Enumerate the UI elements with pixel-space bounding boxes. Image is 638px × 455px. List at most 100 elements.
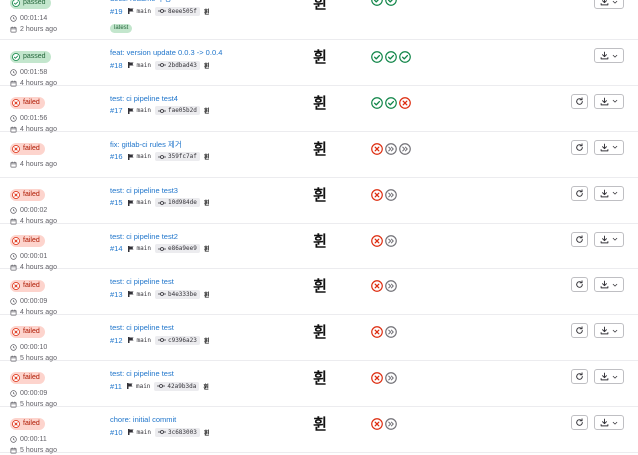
commit-sha[interactable]: 42a9b3da [154,381,200,391]
commit-title-link[interactable]: test: ci pipeline test2 [110,232,310,242]
commit-title-link[interactable]: chore: initial commit [110,415,310,425]
retry-button[interactable] [571,93,588,109]
pipeline-id-link[interactable]: #11 [110,382,122,391]
stage-passed-icon[interactable] [385,0,397,6]
status-badge[interactable]: failed [10,142,45,155]
branch-ref[interactable]: main [127,245,151,253]
branch-ref[interactable]: main [127,153,151,161]
commit-author-avatar[interactable]: 휜 [204,198,210,207]
pipeline-id-link[interactable]: #14 [110,244,123,253]
stage-skipped-icon[interactable] [385,280,397,293]
status-badge[interactable]: passed [10,0,51,9]
stage-failed-icon[interactable] [371,280,383,293]
stage-passed-icon[interactable] [385,51,397,63]
stage-passed-icon[interactable] [399,51,411,63]
triggerer-avatar[interactable]: 휜 [308,277,332,295]
stage-passed-icon[interactable] [385,97,397,109]
triggerer-avatar[interactable]: 휜 [308,0,332,12]
commit-sha[interactable]: e86a9ee9 [154,244,200,254]
commit-title-link[interactable]: test: ci pipeline test [110,323,310,333]
triggerer-avatar[interactable]: 휜 [308,186,332,204]
triggerer-avatar[interactable]: 휜 [308,323,332,341]
status-badge[interactable]: failed [10,234,45,247]
download-artifacts-dropdown[interactable] [594,277,624,293]
stage-failed-icon[interactable] [371,188,383,201]
commit-sha[interactable]: 8eee505f [154,6,200,16]
commit-author-avatar[interactable]: 휜 [204,7,210,16]
status-badge[interactable]: failed [10,372,45,385]
commit-author-avatar[interactable]: 휜 [204,336,210,345]
download-artifacts-dropdown[interactable] [594,93,624,109]
commit-sha[interactable]: 2bdbad43 [154,60,200,70]
retry-button[interactable] [571,185,588,201]
commit-author-avatar[interactable]: 휜 [204,428,210,437]
commit-sha[interactable]: b4e333be [154,289,200,299]
status-badge[interactable]: failed [10,188,45,201]
download-artifacts-dropdown[interactable] [594,415,624,431]
stage-skipped-icon[interactable] [385,418,397,430]
stage-passed-icon[interactable] [371,51,383,63]
branch-ref[interactable]: main [127,199,151,207]
pipeline-id-link[interactable]: #18 [110,61,123,70]
stage-skipped-icon[interactable] [385,142,397,155]
triggerer-avatar[interactable]: 휜 [308,232,332,250]
stage-passed-icon[interactable] [371,97,383,109]
branch-ref[interactable]: main [127,107,151,115]
commit-sha[interactable]: fae05b2d [154,106,200,116]
retry-button[interactable] [571,277,588,293]
commit-title-link[interactable]: test: ci pipeline test [110,369,310,379]
retry-button[interactable] [571,323,588,339]
pipeline-id-link[interactable]: #15 [110,198,123,207]
triggerer-avatar[interactable]: 휜 [308,369,332,387]
commit-sha[interactable]: 359fc7af [154,152,200,162]
download-artifacts-dropdown[interactable] [594,231,624,247]
commit-author-avatar[interactable]: 휜 [204,244,210,253]
download-artifacts-dropdown[interactable] [594,139,624,155]
pipeline-id-link[interactable]: #16 [110,152,123,161]
stage-skipped-icon[interactable] [385,372,397,385]
stage-failed-icon[interactable] [371,372,383,385]
pipeline-id-link[interactable]: #17 [110,106,123,115]
retry-button[interactable] [571,139,588,155]
branch-ref[interactable]: main [127,7,151,15]
status-badge[interactable]: failed [10,418,45,431]
stage-failed-icon[interactable] [371,418,383,430]
branch-ref[interactable]: main [127,61,151,69]
stage-skipped-icon[interactable] [385,234,397,247]
triggerer-avatar[interactable]: 휜 [308,94,332,112]
triggerer-avatar[interactable]: 휜 [308,140,332,158]
stage-failed-icon[interactable] [371,142,383,155]
status-badge[interactable]: failed [10,280,45,293]
stage-failed-icon[interactable] [399,97,411,109]
commit-author-avatar[interactable]: 휜 [203,382,209,391]
download-artifacts-dropdown[interactable] [594,323,624,339]
triggerer-avatar[interactable]: 휜 [308,48,332,66]
branch-ref[interactable]: main [126,382,150,390]
download-artifacts-dropdown[interactable] [594,48,624,63]
download-artifacts-dropdown[interactable] [594,0,624,9]
retry-button[interactable] [571,369,588,385]
pipeline-id-link[interactable]: #13 [110,290,123,299]
commit-author-avatar[interactable]: 휜 [204,61,210,70]
pipeline-id-link[interactable]: #19 [110,7,123,16]
triggerer-avatar[interactable]: 휜 [308,415,332,433]
download-artifacts-dropdown[interactable] [594,185,624,201]
commit-title-link[interactable]: test: ci pipeline test3 [110,186,310,196]
stage-failed-icon[interactable] [371,234,383,247]
commit-author-avatar[interactable]: 휜 [204,106,210,115]
stage-failed-icon[interactable] [371,326,383,339]
commit-title-link[interactable]: fix: gitlab-ci rules 제거 [110,140,310,150]
stage-passed-icon[interactable] [371,0,383,6]
status-badge[interactable]: passed [10,51,51,63]
download-artifacts-dropdown[interactable] [594,369,624,385]
pipeline-id-link[interactable]: #12 [110,336,123,345]
commit-sha[interactable]: c9396a23 [154,335,200,345]
commit-sha[interactable]: 3c683003 [154,427,200,437]
status-badge[interactable]: failed [10,326,45,339]
status-badge[interactable]: failed [10,96,45,109]
commit-author-avatar[interactable]: 휜 [204,152,210,161]
commit-title-link[interactable]: test: ci pipeline test [110,277,310,287]
branch-ref[interactable]: main [127,428,151,436]
stage-skipped-icon[interactable] [399,142,411,155]
commit-title-link[interactable]: test: ci pipeline test4 [110,94,310,104]
